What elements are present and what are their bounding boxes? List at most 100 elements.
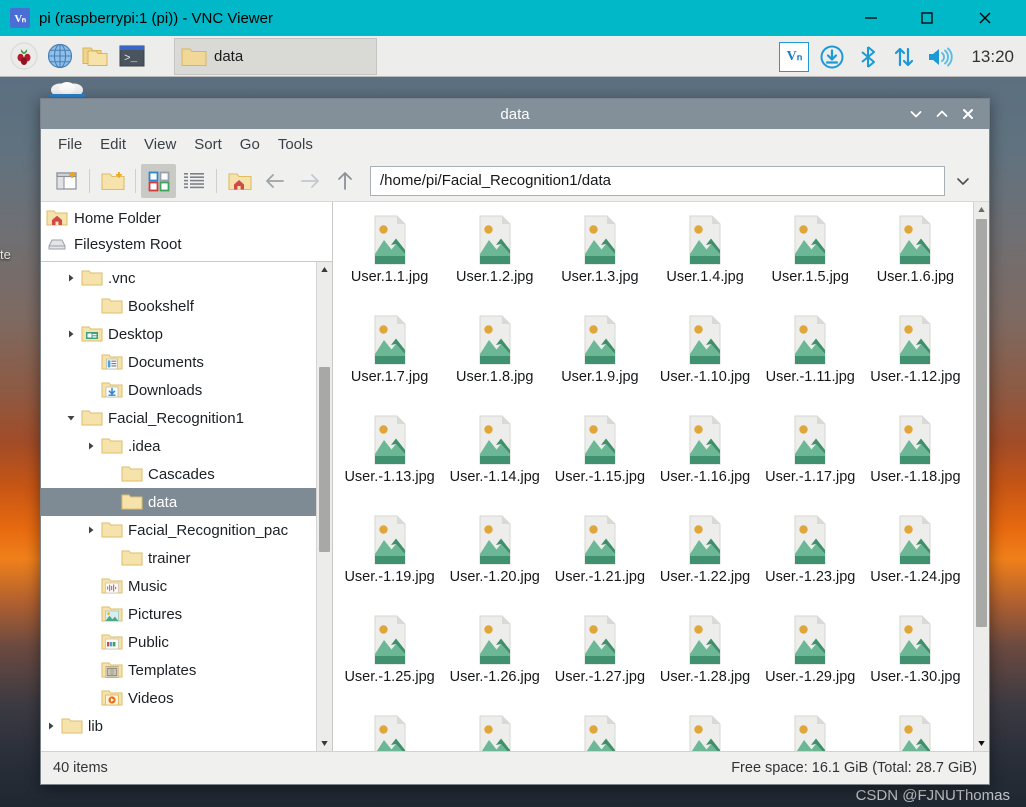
- file-item[interactable]: [652, 710, 757, 751]
- scroll-up-arrow-icon[interactable]: [317, 262, 332, 277]
- sidebar-item-home-folder[interactable]: Home Folder: [41, 205, 332, 231]
- tree-item-facial-recognition1[interactable]: Facial_Recognition1: [41, 404, 316, 432]
- vnc-close-button[interactable]: [962, 0, 1008, 36]
- menu-sort[interactable]: Sort: [185, 132, 231, 157]
- new-tab-icon[interactable]: [49, 164, 84, 198]
- tree-item-desktop[interactable]: Desktop: [41, 320, 316, 348]
- sidebar-scrollbar[interactable]: [316, 262, 332, 751]
- file-grid-wrapper[interactable]: User.1.1.jpg User.1.2.jpg User.1.3.jpg User…: [333, 202, 989, 751]
- chevron-right-icon[interactable]: [81, 516, 101, 544]
- file-item[interactable]: User.-1.17.jpg: [758, 410, 863, 510]
- tree-item-cascades[interactable]: Cascades: [41, 460, 316, 488]
- file-item[interactable]: User.-1.26.jpg: [442, 610, 547, 710]
- menu-go[interactable]: Go: [231, 132, 269, 157]
- fm-maximize-button[interactable]: [929, 99, 955, 129]
- tree-item-downloads[interactable]: Downloads: [41, 376, 316, 404]
- tree-item-documents[interactable]: Documents: [41, 348, 316, 376]
- file-item[interactable]: User.1.6.jpg: [863, 210, 968, 310]
- tree-item-lib[interactable]: lib: [41, 712, 316, 740]
- file-item[interactable]: User.1.1.jpg: [337, 210, 442, 310]
- menu-tools[interactable]: Tools: [269, 132, 322, 157]
- file-item[interactable]: User.-1.14.jpg: [442, 410, 547, 510]
- clock[interactable]: 13:20: [971, 47, 1014, 67]
- menu-edit[interactable]: Edit: [91, 132, 135, 157]
- file-item[interactable]: User.-1.25.jpg: [337, 610, 442, 710]
- taskbar-window-button-data[interactable]: data: [174, 38, 377, 75]
- chevron-right-icon[interactable]: [61, 264, 81, 292]
- home-folder-icon[interactable]: [222, 164, 257, 198]
- terminal-icon[interactable]: >_: [114, 38, 150, 74]
- raspberry-menu-icon[interactable]: [6, 38, 42, 74]
- tree-item-facial-recognition-pac[interactable]: Facial_Recognition_pac: [41, 516, 316, 544]
- file-item[interactable]: User.-1.20.jpg: [442, 510, 547, 610]
- icon-view-icon[interactable]: [141, 163, 176, 198]
- file-item[interactable]: [758, 710, 863, 751]
- tree-item-data[interactable]: data: [41, 488, 316, 516]
- file-item[interactable]: User.-1.29.jpg: [758, 610, 863, 710]
- file-item[interactable]: User.1.3.jpg: [547, 210, 652, 310]
- menu-file[interactable]: File: [49, 132, 91, 157]
- file-grid-scrollbar-thumb[interactable]: [976, 219, 987, 627]
- vnc-maximize-button[interactable]: [904, 0, 950, 36]
- menu-view[interactable]: View: [135, 132, 185, 157]
- file-item[interactable]: [442, 710, 547, 751]
- chevron-right-icon[interactable]: [61, 320, 81, 348]
- tree-item--vnc[interactable]: .vnc: [41, 264, 316, 292]
- file-item[interactable]: User.1.2.jpg: [442, 210, 547, 310]
- file-item[interactable]: User.1.8.jpg: [442, 310, 547, 410]
- file-item[interactable]: User.-1.27.jpg: [547, 610, 652, 710]
- list-view-icon[interactable]: [176, 164, 211, 198]
- up-arrow-icon[interactable]: [327, 164, 362, 198]
- tree-item-music[interactable]: Music: [41, 572, 316, 600]
- tree-item-bookshelf[interactable]: Bookshelf: [41, 292, 316, 320]
- file-item[interactable]: User.-1.19.jpg: [337, 510, 442, 610]
- fm-minimize-button[interactable]: [903, 99, 929, 129]
- scroll-down-arrow-icon[interactable]: [974, 736, 989, 751]
- sidebar-scrollbar-thumb[interactable]: [319, 367, 330, 552]
- tree-item-trainer[interactable]: trainer: [41, 544, 316, 572]
- tree-item-templates[interactable]: Templates: [41, 656, 316, 684]
- file-item[interactable]: User.-1.10.jpg: [652, 310, 757, 410]
- file-item[interactable]: User.-1.23.jpg: [758, 510, 863, 610]
- file-item[interactable]: User.-1.24.jpg: [863, 510, 968, 610]
- bluetooth-icon[interactable]: [851, 40, 885, 74]
- sidebar-item-filesystem-root[interactable]: Filesystem Root: [41, 231, 332, 257]
- file-item[interactable]: User.1.7.jpg: [337, 310, 442, 410]
- tray-vnc-icon[interactable]: Vₙ: [779, 41, 810, 72]
- scroll-down-arrow-icon[interactable]: [317, 736, 332, 751]
- file-item[interactable]: User.-1.15.jpg: [547, 410, 652, 510]
- file-item[interactable]: User.-1.21.jpg: [547, 510, 652, 610]
- tree-item-videos[interactable]: Videos: [41, 684, 316, 712]
- scroll-up-arrow-icon[interactable]: [974, 202, 989, 217]
- web-browser-icon[interactable]: [42, 38, 78, 74]
- file-item[interactable]: [863, 710, 968, 751]
- forward-arrow-icon[interactable]: [292, 164, 327, 198]
- file-item[interactable]: User.-1.12.jpg: [863, 310, 968, 410]
- tree-item--idea[interactable]: .idea: [41, 432, 316, 460]
- file-manager-titlebar[interactable]: data: [41, 99, 989, 129]
- vnc-minimize-button[interactable]: [848, 0, 894, 36]
- file-item[interactable]: User.-1.22.jpg: [652, 510, 757, 610]
- update-icon[interactable]: [815, 40, 849, 74]
- file-item[interactable]: User.1.4.jpg: [652, 210, 757, 310]
- chevron-right-icon[interactable]: [81, 432, 101, 460]
- file-item[interactable]: User.-1.13.jpg: [337, 410, 442, 510]
- file-item[interactable]: User.-1.16.jpg: [652, 410, 757, 510]
- file-manager-icon[interactable]: [78, 38, 114, 74]
- file-item[interactable]: [547, 710, 652, 751]
- volume-icon[interactable]: [923, 40, 957, 74]
- back-arrow-icon[interactable]: [257, 164, 292, 198]
- file-item[interactable]: User.-1.11.jpg: [758, 310, 863, 410]
- chevron-right-icon[interactable]: [41, 712, 61, 740]
- file-item[interactable]: User.1.9.jpg: [547, 310, 652, 410]
- path-input[interactable]: /home/pi/Facial_Recognition1/data: [370, 165, 945, 196]
- file-item[interactable]: User.-1.30.jpg: [863, 610, 968, 710]
- tree-item-pictures[interactable]: Pictures: [41, 600, 316, 628]
- network-icon[interactable]: [887, 40, 921, 74]
- new-folder-icon[interactable]: [95, 164, 130, 198]
- file-item[interactable]: User.-1.28.jpg: [652, 610, 757, 710]
- fm-close-button[interactable]: [955, 99, 981, 129]
- tree-item-public[interactable]: Public: [41, 628, 316, 656]
- chevron-down-icon[interactable]: [61, 404, 81, 432]
- file-item[interactable]: User.-1.18.jpg: [863, 410, 968, 510]
